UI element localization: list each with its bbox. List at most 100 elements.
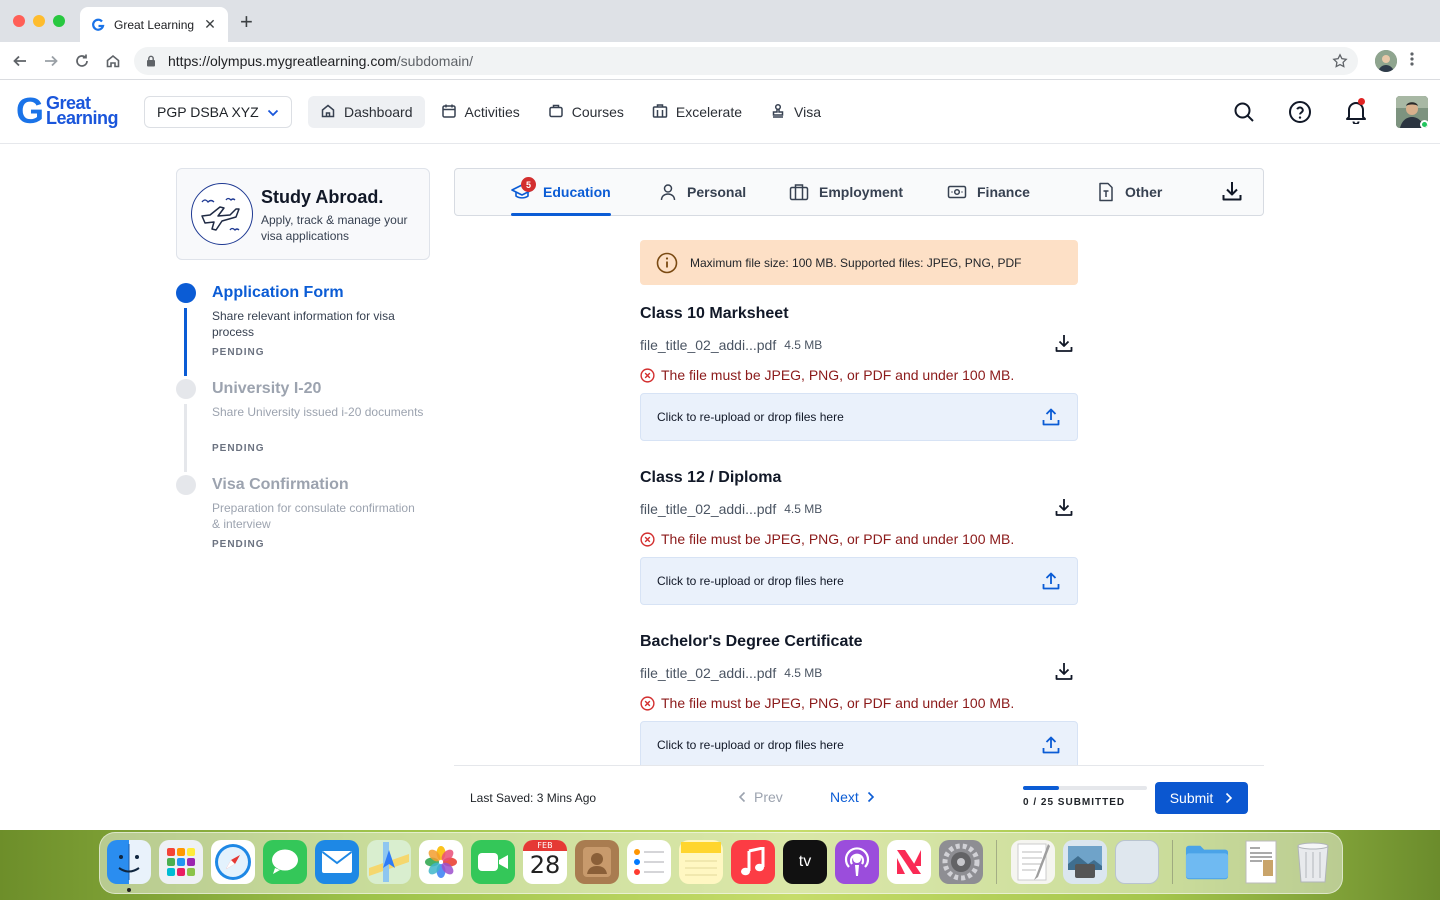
nav-excelerate[interactable]: Excelerate (640, 96, 754, 128)
step-visa-confirmation[interactable]: Visa Confirmation Preparation for consul… (176, 474, 430, 570)
step-university-i20[interactable]: University I-20 Share University issued … (176, 378, 430, 474)
messages-icon[interactable] (263, 840, 307, 884)
file-error-message: The file must be JPEG, PNG, or PDF and u… (640, 695, 1014, 711)
prev-button[interactable]: Prev (738, 789, 783, 805)
facetime-icon[interactable] (471, 840, 515, 884)
safari-icon[interactable] (211, 840, 255, 884)
document-category-tabs: Education 5 Personal Employment Finance … (454, 168, 1264, 216)
finder-running-indicator (127, 888, 131, 892)
textedit-icon[interactable] (1011, 840, 1055, 884)
download-icon[interactable] (1054, 661, 1074, 686)
nav-dashboard[interactable]: Dashboard (308, 96, 425, 128)
download-icon[interactable] (1054, 497, 1074, 522)
contacts-icon[interactable] (575, 840, 619, 884)
step-application-form[interactable]: Application Form Share relevant informat… (176, 282, 430, 378)
great-learning-favicon-icon (90, 17, 106, 33)
nav-activities[interactable]: Activities (429, 96, 532, 128)
file-name[interactable]: file_title_02_addi...pdf (640, 665, 776, 681)
tab-finance[interactable]: Finance (947, 169, 1030, 215)
maps-icon[interactable] (367, 840, 411, 884)
step-description: Preparation for consulate confirmation &… (212, 501, 415, 531)
help-icon[interactable] (1288, 100, 1312, 124)
photos-icon[interactable] (419, 840, 463, 884)
upload-icon[interactable] (1041, 735, 1061, 758)
document-list-viewport[interactable]: Maximum file size: 100 MB. Supported fil… (454, 226, 1264, 765)
browser-menu-icon[interactable] (1410, 51, 1414, 72)
calendar-icon[interactable]: FEB 28 (523, 840, 567, 884)
great-learning-logo[interactable]: G Great Learning (16, 93, 119, 129)
file-name[interactable]: file_title_02_addi...pdf (640, 501, 776, 517)
address-bar[interactable]: https://olympus.mygreatlearning.com/subd… (134, 47, 1358, 75)
finder-icon[interactable] (107, 840, 151, 884)
browser-tab[interactable]: Great Learning ✕ (80, 7, 228, 42)
notes-icon[interactable] (679, 840, 723, 884)
news-icon[interactable] (887, 840, 931, 884)
search-icon[interactable] (1232, 100, 1256, 124)
back-arrow-icon[interactable] (10, 51, 30, 71)
podcasts-icon[interactable] (835, 840, 879, 884)
tab-employment[interactable]: Employment (789, 169, 903, 215)
step-status: PENDING (212, 347, 265, 358)
document-bachelors-degree: Bachelor's Degree Certificate file_title… (640, 633, 1078, 765)
apple-tv-icon[interactable]: tv (783, 840, 827, 884)
reload-icon[interactable] (72, 51, 92, 71)
program-selector[interactable]: PGP DSBA XYZ (144, 96, 292, 128)
step-description: Share relevant information for visa proc… (212, 309, 395, 339)
submit-label: Submit (1169, 790, 1214, 806)
nav-dashboard-label: Dashboard (344, 104, 413, 120)
music-icon[interactable] (731, 840, 775, 884)
uploaded-file-row: file_title_02_addi...pdf 4.5 MB (640, 661, 1078, 685)
launchpad-icon[interactable] (159, 840, 203, 884)
window-minimize-button[interactable] (33, 15, 45, 27)
file-name[interactable]: file_title_02_addi...pdf (640, 337, 776, 353)
file-size: 4.5 MB (784, 338, 823, 352)
nav-visa[interactable]: Visa (758, 96, 833, 128)
notification-bell-icon[interactable] (1344, 98, 1368, 124)
nav-activities-label: Activities (464, 104, 520, 120)
document-title: Class 12 / Diploma (640, 469, 782, 486)
user-avatar[interactable] (1396, 96, 1428, 128)
preview-icon[interactable] (1063, 840, 1107, 884)
bookmark-star-icon[interactable] (1332, 53, 1348, 74)
new-tab-button[interactable]: + (240, 11, 253, 33)
tab-employment-label: Employment (819, 184, 904, 200)
error-x-circle-icon (640, 695, 655, 711)
mail-icon[interactable] (315, 840, 359, 884)
tab-other[interactable]: Other (1097, 169, 1162, 215)
tab-close-icon[interactable]: ✕ (202, 16, 218, 33)
reupload-dropzone[interactable]: Click to re-upload or drop files here (640, 721, 1078, 765)
reminders-icon[interactable] (627, 840, 671, 884)
upload-icon[interactable] (1041, 571, 1061, 594)
prev-label: Prev (754, 789, 783, 805)
forward-arrow-icon[interactable] (41, 51, 61, 71)
main-nav: Dashboard Activities Courses Excelerate … (308, 96, 833, 128)
download-all-icon[interactable] (1221, 180, 1243, 207)
download-icon[interactable] (1054, 333, 1074, 358)
window-thumbnail-icon[interactable] (1115, 840, 1159, 884)
window-zoom-button[interactable] (53, 15, 65, 27)
document-icon (1097, 182, 1115, 202)
nav-courses[interactable]: Courses (536, 96, 636, 128)
trash-icon[interactable] (1291, 840, 1335, 884)
step-status: PENDING (212, 539, 265, 550)
browser-profile-avatar[interactable] (1375, 50, 1397, 72)
next-button[interactable]: Next (830, 789, 875, 805)
upload-icon[interactable] (1041, 407, 1061, 430)
system-preferences-gear-icon[interactable] (939, 840, 983, 884)
nav-visa-label: Visa (794, 104, 822, 120)
window-close-button[interactable] (13, 15, 25, 27)
notification-dot (1358, 98, 1365, 105)
tab-education-badge: 5 (521, 177, 536, 192)
url-path: /subdomain/ (396, 53, 474, 69)
home-icon[interactable] (103, 51, 123, 71)
tab-personal[interactable]: Personal (659, 169, 746, 215)
submit-button[interactable]: Submit (1155, 782, 1248, 814)
tab-education[interactable]: Education 5 (511, 169, 611, 216)
document-stack-icon[interactable] (1239, 840, 1283, 884)
tab-other-label: Other (1125, 184, 1163, 200)
reupload-dropzone[interactable]: Click to re-upload or drop files here (640, 557, 1078, 605)
tab-education-label: Education (543, 184, 611, 200)
folder-icon[interactable] (1185, 840, 1229, 884)
reupload-dropzone[interactable]: Click to re-upload or drop files here (640, 393, 1078, 441)
building-icon (652, 103, 668, 122)
